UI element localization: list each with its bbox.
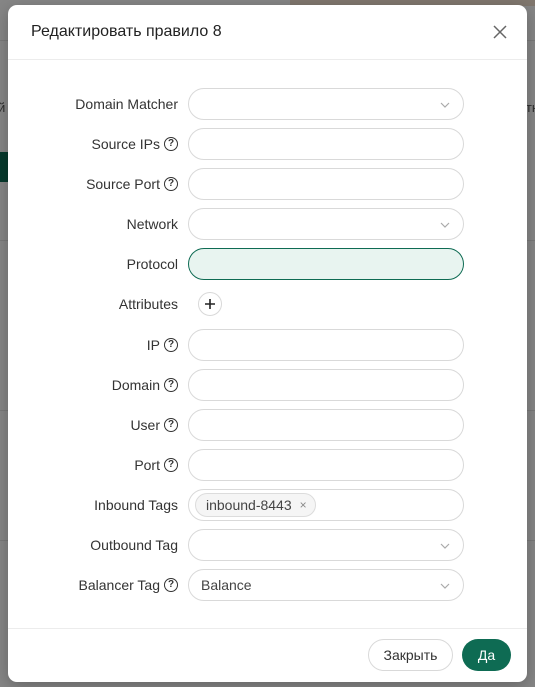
chevron-down-icon [440, 583, 450, 589]
close-button[interactable] [489, 21, 511, 43]
domain-input[interactable] [188, 369, 464, 401]
chevron-down-icon [440, 102, 450, 108]
protocol-row: Protocol [8, 248, 527, 280]
help-icon[interactable]: ? [164, 177, 178, 191]
domain-matcher-row: Domain Matcher [8, 88, 527, 120]
source-ips-input[interactable] [188, 128, 464, 160]
source-port-row: Source Port? [8, 168, 527, 200]
chevron-down-icon [440, 543, 450, 549]
inbound-tag-chip: inbound-8443 × [195, 493, 316, 517]
help-icon[interactable]: ? [164, 458, 178, 472]
add-attribute-button[interactable] [198, 292, 222, 316]
rule-form: Domain Matcher Source IPs? Source Port? … [8, 88, 527, 609]
protocol-label: Protocol [126, 256, 178, 272]
source-ips-label: Source IPs [91, 136, 160, 152]
user-input[interactable] [188, 409, 464, 441]
ok-button[interactable]: Да [462, 639, 511, 671]
chevron-down-icon [440, 222, 450, 228]
port-label: Port [134, 457, 160, 473]
network-label: Network [126, 216, 178, 232]
inbound-tags-row: Inbound Tags inbound-8443 × [8, 489, 527, 521]
cancel-button[interactable]: Закрыть [368, 639, 453, 671]
help-icon[interactable]: ? [164, 137, 178, 151]
plus-icon [205, 299, 215, 309]
ip-label: IP [146, 337, 160, 353]
network-select[interactable] [188, 208, 464, 240]
source-ips-row: Source IPs? [8, 128, 527, 160]
help-icon[interactable]: ? [164, 378, 178, 392]
domain-label: Domain [111, 377, 160, 393]
inbound-tags-label: Inbound Tags [94, 497, 178, 513]
inbound-tag-text: inbound-8443 [206, 497, 292, 513]
protocol-select[interactable] [188, 248, 464, 280]
domain-matcher-label: Domain Matcher [75, 96, 178, 112]
port-input[interactable] [188, 449, 464, 481]
port-row: Port? [8, 449, 527, 481]
remove-tag-icon[interactable]: × [300, 498, 307, 512]
dialog-footer: Закрыть Да [8, 628, 527, 682]
balancer-tag-row: Balancer Tag? Balance [8, 569, 527, 601]
dialog-header: Редактировать правило 8 [8, 5, 527, 60]
domain-matcher-select[interactable] [188, 88, 464, 120]
outbound-tag-label: Outbound Tag [90, 537, 178, 553]
ip-input[interactable] [188, 329, 464, 361]
balancer-tag-label: Balancer Tag [78, 577, 160, 593]
attributes-row: Attributes [8, 288, 527, 320]
balancer-tag-select[interactable]: Balance [188, 569, 464, 601]
attributes-label: Attributes [118, 296, 178, 312]
close-icon [493, 25, 507, 39]
dialog-title: Редактировать правило 8 [31, 23, 222, 40]
edit-rule-dialog: Редактировать правило 8 Domain Matcher S… [8, 5, 527, 682]
inbound-tags-select[interactable]: inbound-8443 × [188, 489, 464, 521]
balancer-tag-value: Balance [201, 577, 252, 593]
user-label: User [130, 417, 160, 433]
network-row: Network [8, 208, 527, 240]
ip-row: IP? [8, 329, 527, 361]
user-row: User? [8, 409, 527, 441]
source-port-input[interactable] [188, 168, 464, 200]
outbound-tag-select[interactable] [188, 529, 464, 561]
help-icon[interactable]: ? [164, 578, 178, 592]
help-icon[interactable]: ? [164, 338, 178, 352]
source-port-label: Source Port [86, 176, 160, 192]
domain-row: Domain? [8, 369, 527, 401]
help-icon[interactable]: ? [164, 418, 178, 432]
outbound-tag-row: Outbound Tag [8, 529, 527, 561]
